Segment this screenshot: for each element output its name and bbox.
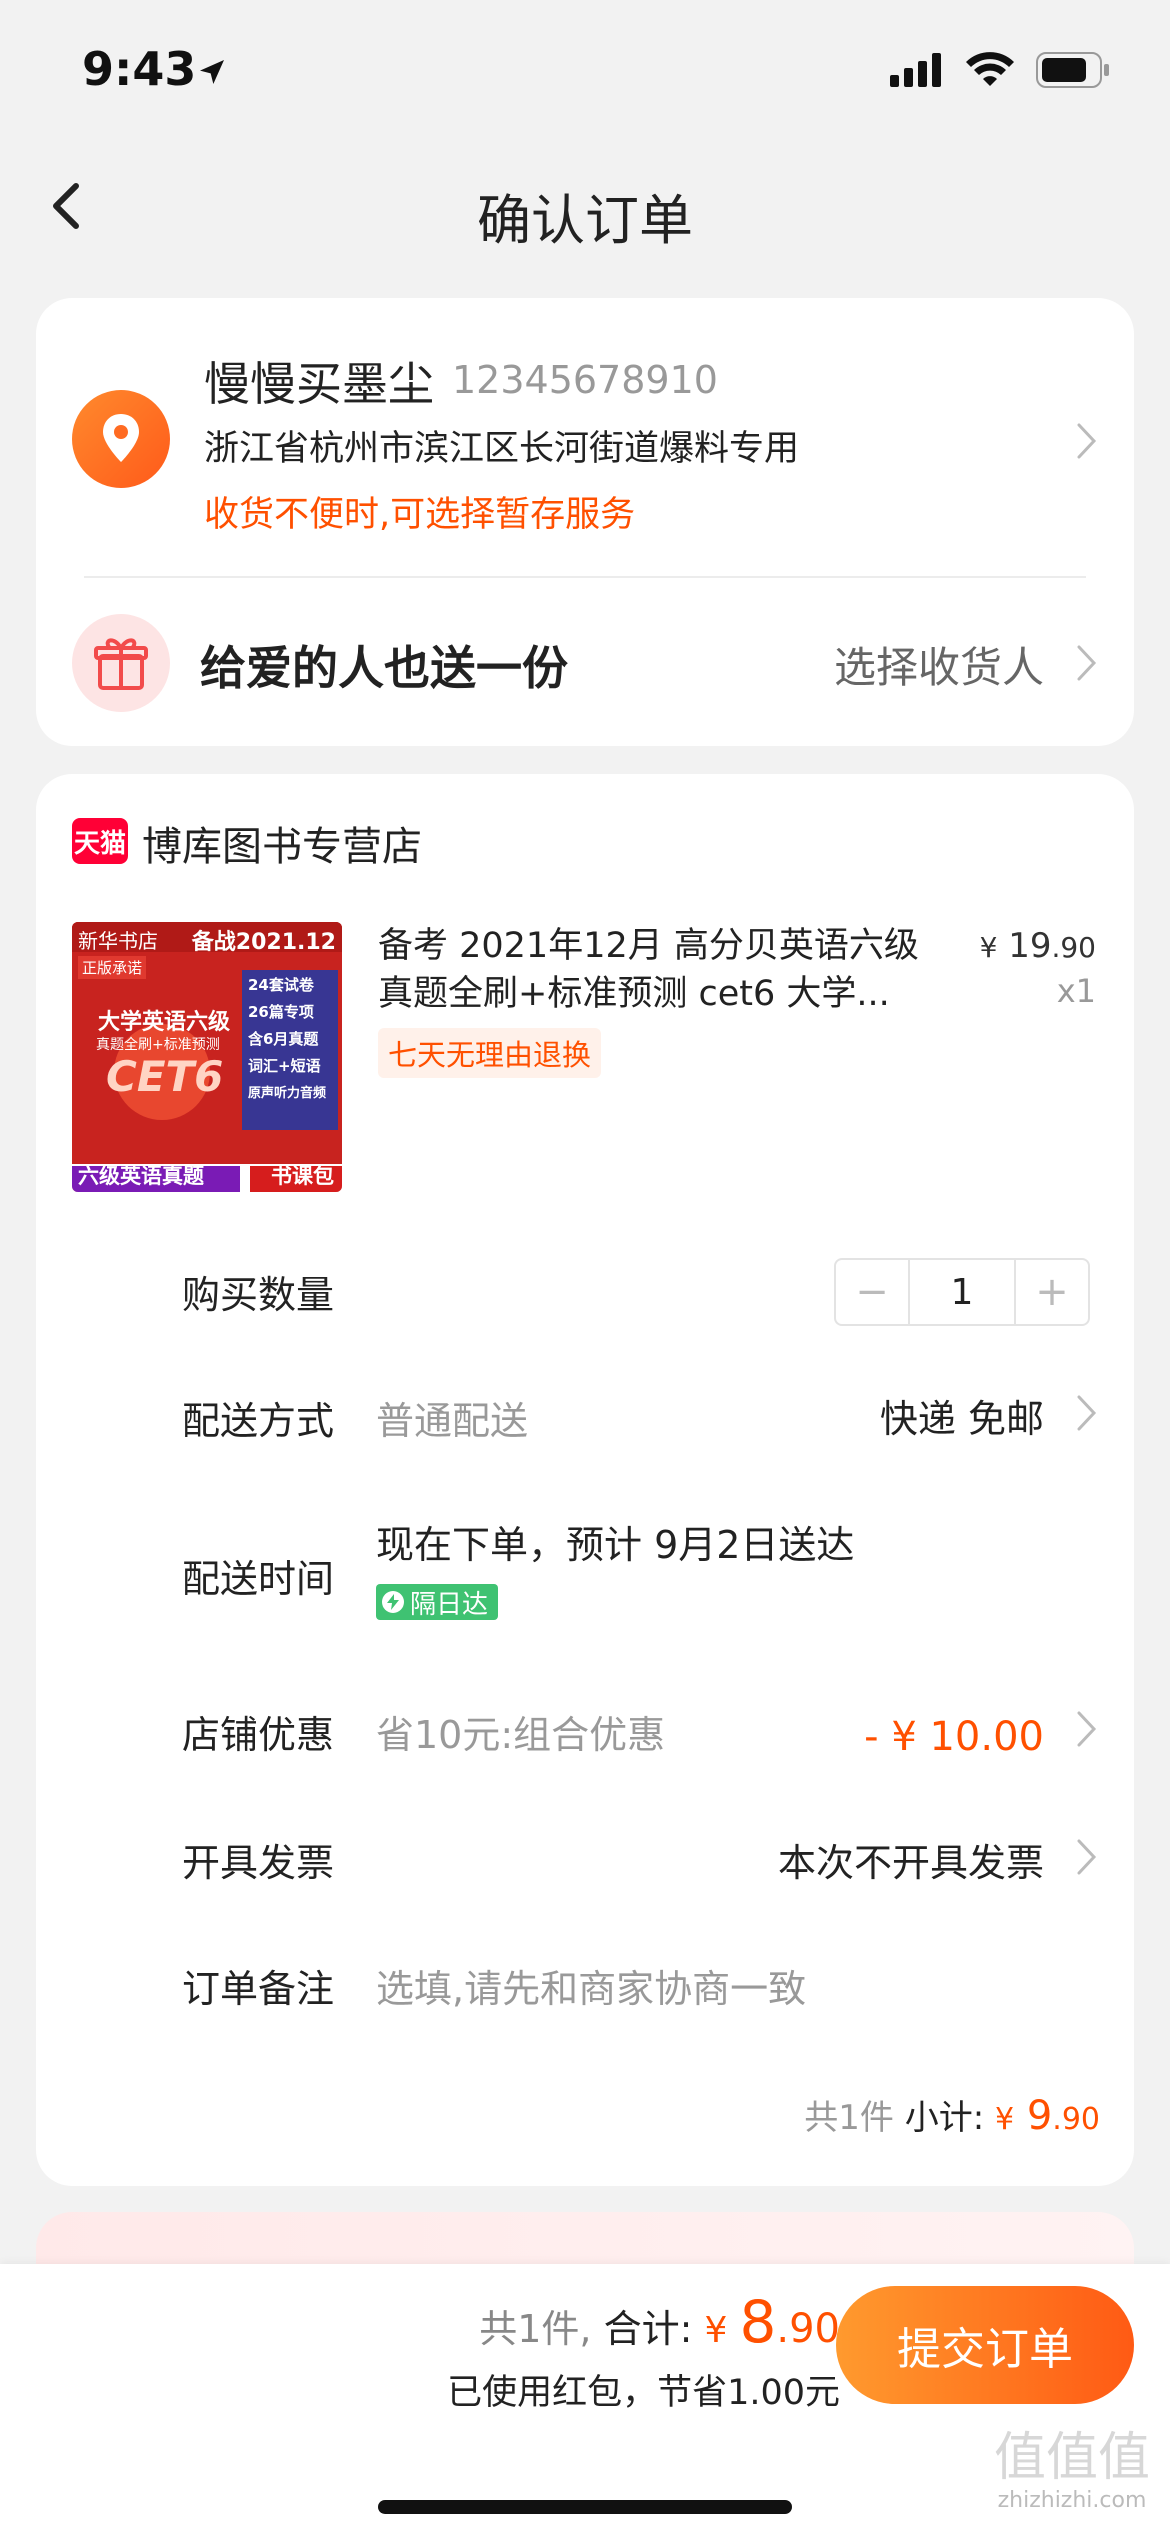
product-image[interactable]: 新华书店 备战2021.12 正版承诺 大学英语六级 真题全刷+标准预测 CET… (72, 922, 342, 1192)
next-day-tag: 隔日达 (376, 1584, 499, 1620)
gift-icon (72, 614, 170, 712)
product-qty: x1 (1056, 972, 1096, 1010)
recipient-phone: 12345678910 (452, 358, 718, 402)
location-arrow-icon (200, 60, 224, 84)
invoice-label: 开具发票 (182, 1841, 335, 1885)
book-brand: 新华书店 (78, 929, 158, 953)
delivery-time-label: 配送时间 (182, 1557, 335, 1601)
home-indicator (378, 2500, 792, 2514)
delivery-value: 快递 免邮 (879, 1397, 1044, 1441)
recipient-name: 慢慢买墨尘 (204, 357, 434, 411)
total-amount: 8.90 (739, 2288, 840, 2356)
watermark: 值值值 zhizhizhi.com (994, 2428, 1150, 2514)
battery-icon (1036, 52, 1109, 88)
book-side-list: 24套试卷 26篇专项 含6月真题 词汇+短语 原声听力音频 (248, 974, 334, 1101)
chevron-right-icon (1077, 1395, 1097, 1431)
watermark-sub: zhizhizhi.com (997, 2488, 1147, 2513)
total-int: 8 (739, 2288, 777, 2356)
address-line: 浙江省杭州市滨江区长河街道爆料专用 (204, 429, 800, 469)
watermark-title: 值值值 (993, 2428, 1150, 2488)
promo-banner[interactable] (36, 2212, 1134, 2272)
quantity-stepper: − 1 + (834, 1258, 1090, 1326)
discount-label: 店铺优惠 (182, 1713, 335, 1757)
hold-service-tip[interactable]: 收货不便时,可选择暂存服务 (204, 486, 635, 537)
return-policy-tag: 七天无理由退换 (378, 1028, 602, 1078)
submit-order-button[interactable]: 提交订单 (836, 2286, 1134, 2404)
book-side-item: 含6月真题 (248, 1030, 319, 1048)
book-cet: CET6 (106, 1052, 224, 1101)
book-side-item: 24套试卷 (248, 976, 314, 994)
total-line: 共1件, 合计: ¥ 8.90 (479, 2288, 840, 2356)
chevron-right-icon (1077, 1839, 1097, 1875)
location-pin-icon (72, 390, 170, 488)
book-subtitle: 真题全刷+标准预测 (96, 1037, 220, 1053)
signal-icon (890, 53, 941, 87)
divider (84, 576, 1086, 578)
subtotal-currency: ¥ (995, 2102, 1015, 2137)
total-count: 共1件, (479, 2307, 592, 2351)
book-edition: 备战2021.12 (191, 930, 336, 955)
price-int: 19 (1008, 926, 1052, 966)
status-indicators (890, 52, 1110, 88)
wifi-icon (966, 52, 1014, 86)
note-label: 订单备注 (182, 1967, 335, 2011)
total-currency: ¥ (704, 2310, 728, 2351)
total-label: 合计: (603, 2307, 693, 2351)
shop-name[interactable]: 博库图书专营店 (142, 814, 422, 872)
choose-recipient-link[interactable]: 选择收货人 (834, 634, 1044, 695)
delivery-label: 配送方式 (182, 1399, 335, 1443)
subtotal-count: 共1件 (804, 2098, 894, 2138)
quantity-label: 购买数量 (182, 1273, 335, 1317)
order-card: 天猫 博库图书专营店 新华书店 备战2021.12 正版承诺 大学英语六级 真题… (36, 774, 1134, 2186)
status-time: 9:43 (82, 42, 197, 96)
invoice-value: 本次不开具发票 (777, 1841, 1044, 1885)
decrement-button[interactable]: − (836, 1260, 908, 1324)
book-bottom-left: 六级英语真题 (78, 1164, 204, 1188)
price-dec: .90 (1051, 931, 1096, 964)
subtotal-label: 小计: (904, 2098, 985, 2138)
discount-amount: - ¥ 10.00 (864, 1714, 1044, 1760)
lightning-icon (382, 1591, 404, 1613)
book-bottom-right: 书课包 (271, 1164, 334, 1188)
book-side-item: 原声听力音频 (248, 1086, 327, 1101)
total-dec: .90 (776, 2306, 840, 2352)
note-input[interactable]: 选填,请先和商家协商一致 (376, 1958, 806, 2013)
subtotal-amount: ¥ 9.90 (995, 2093, 1100, 2139)
delivery-time-value: 现在下单，预计 9月2日送达 (376, 1523, 855, 1567)
subtotal-dec: .90 (1052, 2102, 1100, 2137)
next-day-text: 隔日达 (410, 1589, 489, 1620)
address-card: 慢慢买墨尘 12345678910 浙江省杭州市滨江区长河街道爆料专用 收货不便… (36, 298, 1134, 746)
chevron-right-icon (1077, 1711, 1097, 1747)
price-currency: ¥ (979, 931, 998, 964)
increment-button[interactable]: + (1016, 1260, 1088, 1324)
discount-desc: 省10元:组合优惠 (376, 1713, 666, 1757)
book-stamp: 正版承诺 (78, 956, 147, 979)
chevron-right-icon[interactable] (1076, 644, 1098, 682)
status-bar: 9:43 (0, 0, 1170, 140)
subtotal-int: 9 (1026, 2093, 1053, 2139)
chevron-right-icon (1077, 423, 1097, 459)
tmall-badge: 天猫 (72, 818, 128, 864)
checkout-bar: 共1件, 合计: ¥ 8.90 已使用红包，节省1.00元 提交订单 值值值 z… (0, 2264, 1170, 2532)
product-price: ¥ 19.90 (980, 926, 1096, 966)
saved-line: 已使用红包，节省1.00元 (447, 2373, 840, 2413)
gift-title: 给爱的人也送一份 (200, 641, 568, 695)
product-title[interactable]: 备考 2021年12月 高分贝英语六级真题全刷+标准预测 cet6 大学... (378, 922, 938, 1018)
nav-bar: 确认订单 (0, 140, 1170, 270)
delivery-type: 普通配送 (376, 1399, 529, 1443)
book-title: 大学英语六级 (98, 1010, 231, 1035)
quantity-value[interactable]: 1 (908, 1260, 1016, 1324)
subtotal: 共1件 小计: ¥ 9.90 (804, 2090, 1100, 2139)
page-title: 确认订单 (477, 189, 693, 252)
book-side-item: 词汇+短语 (248, 1057, 321, 1075)
book-side-item: 26篇专项 (248, 1003, 314, 1021)
